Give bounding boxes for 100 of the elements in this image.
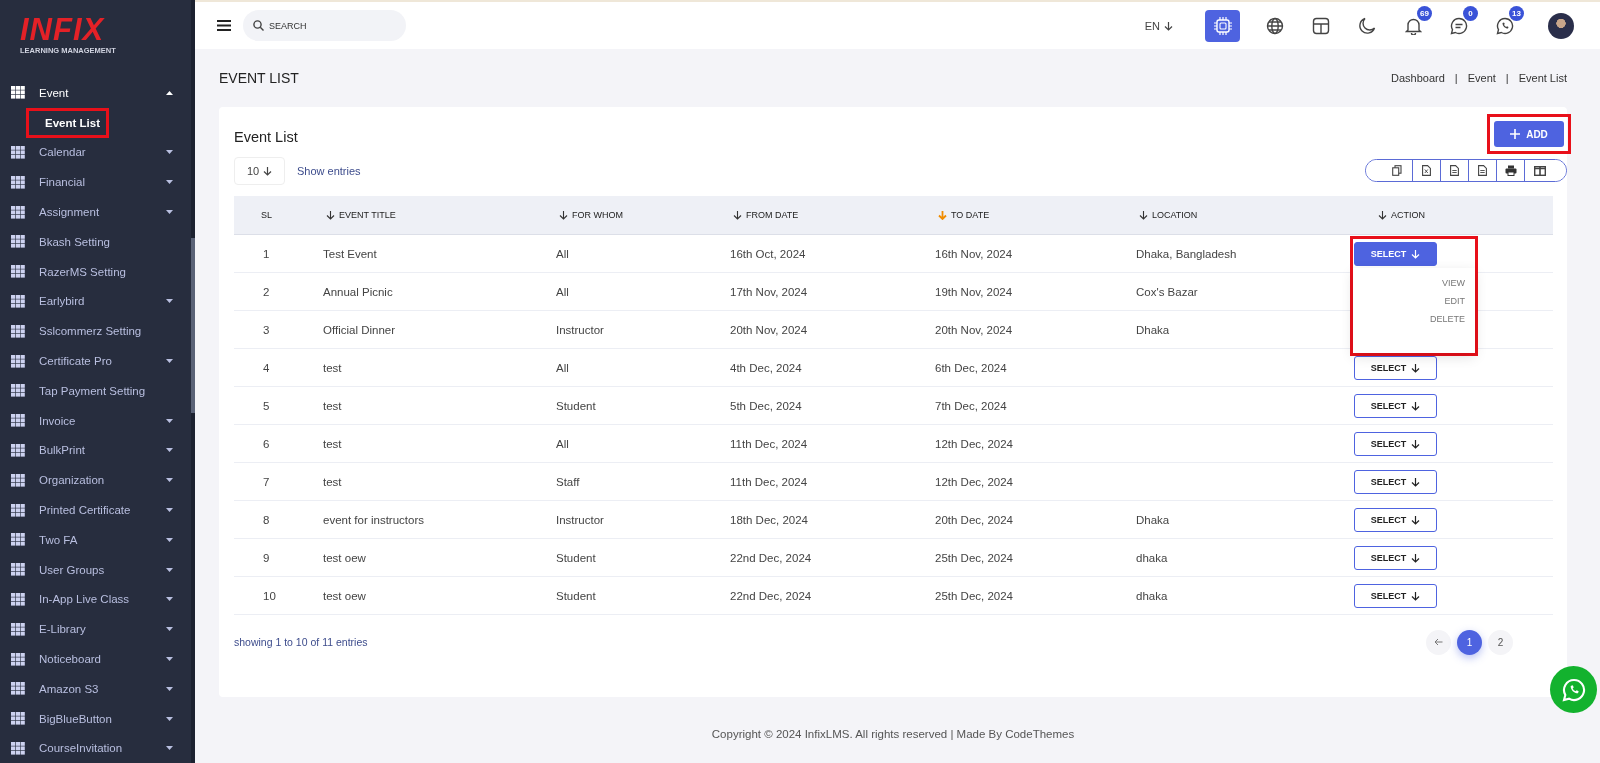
breadcrumb-separator: | [1454,72,1458,84]
user-avatar[interactable] [1548,12,1574,39]
grid-icon [11,384,25,398]
select-button[interactable]: SELECT [1354,355,1437,380]
table-cell-text: 2 [262,285,271,298]
sidebar-item[interactable]: In-App Live Class [0,584,191,615]
sidebar-item[interactable]: Amazon S3 [0,673,191,704]
footer-text: Copyright © 2024 InfixLMS. All rights reserved | Made By CodeThemes [710,727,1076,742]
table-cell-text: 3 [262,323,271,336]
arrow-down-icon [733,210,742,221]
columns-button[interactable] [1524,160,1566,182]
sidebar-item[interactable]: BigBlueButton [0,703,191,734]
sidebar-item[interactable]: Earlybird [0,286,191,317]
sidebar-item[interactable]: CourseInvitation [0,733,191,763]
arrow-down-icon [326,210,335,221]
arrow-left-icon [1434,638,1443,647]
select-button[interactable]: SELECT [1354,469,1437,494]
caret-down-icon [166,299,173,304]
select-button[interactable]: SELECT [1354,241,1437,266]
page-button[interactable]: 2 [1488,629,1513,655]
select-button[interactable]: SELECT [1354,431,1437,456]
table-cell-text: 4 [262,361,271,374]
column-header[interactable]: LOCATION [1127,210,1366,221]
menu-item[interactable]: VIEW [1442,277,1465,288]
sidebar-item[interactable]: Invoice [0,405,191,436]
sidebar-item[interactable]: Printed Certificate [0,495,191,525]
plus-icon [1510,129,1521,139]
breadcrumb-separator: | [1505,72,1509,84]
table-cell-text: 22nd Dec, 2024 [729,589,813,602]
table-cell-text: 4th Dec, 2024 [729,361,803,374]
column-header[interactable]: FOR WHOM [547,210,721,221]
caret-down-icon [166,746,173,751]
sidebar-item[interactable]: Financial [0,167,191,198]
caret-down-icon [166,716,173,721]
chip-button[interactable] [1205,9,1240,42]
caret-down-icon [166,478,173,483]
sidebar-item[interactable]: Calendar [0,137,191,168]
table-cell-text: 12th Dec, 2024 [934,437,1014,450]
table-cell-text: Instructor [555,513,605,526]
sidebar-item[interactable]: Certificate Pro [0,346,191,376]
grid-icon [11,503,25,517]
menu-item[interactable]: DELETE [1430,313,1465,324]
table-cell-text: 11th Dec, 2024 [729,437,809,450]
column-header[interactable]: FROM DATE [721,210,926,221]
grid-icon [11,414,25,428]
column-header[interactable]: TO DATE [926,210,1127,221]
select-button[interactable]: SELECT [1354,507,1437,532]
sidebar-subitem[interactable]: Event List [26,107,109,138]
menu-item[interactable]: EDIT [1444,295,1465,306]
grid-icon [11,563,25,577]
columns-icon [1533,165,1546,176]
breadcrumb-link[interactable]: Event List [1518,72,1567,84]
sidebar-item[interactable]: Noticeboard [0,644,191,674]
search-field[interactable]: SEARCH [243,10,406,41]
breadcrumb-link[interactable]: Dashboard [1391,72,1445,84]
sidebar-item[interactable]: BulkPrint [0,435,191,466]
menu-icon[interactable] [217,20,231,31]
language-selector[interactable]: EN [1138,18,1179,33]
table-cell-text: test oew [322,589,367,602]
arrow-down-icon [1411,438,1421,449]
select-button[interactable]: SELECT [1354,583,1437,608]
sidebar-item[interactable]: Organization [0,465,191,496]
table-cell-text: 19th Nov, 2024 [934,285,1014,298]
chip-icon [1212,15,1233,36]
table-cell-text: 1 [262,247,271,260]
column-header[interactable]: EVENT TITLE [314,210,547,221]
column-header[interactable]: ACTION [1366,210,1553,221]
sidebar-item[interactable]: E-Library [0,614,191,645]
entries-select[interactable]: 10 [234,156,285,185]
arrow-down-icon [1139,210,1148,221]
grid-icon [11,294,25,308]
table-cell-text: 12th Dec, 2024 [934,475,1014,488]
select-button[interactable]: SELECT [1354,545,1437,570]
caret-down-icon [166,359,173,364]
sidebar-item[interactable]: User Groups [0,554,191,585]
table-cell-text: Student [555,399,597,412]
sidebar-item[interactable]: Event [0,78,191,108]
table-cell-text: test [322,399,343,412]
sidebar-item[interactable]: Assignment [0,197,191,227]
select-button[interactable]: SELECT [1354,393,1437,418]
excel-file-icon [1422,165,1431,177]
table-cell-text: 16th Oct, 2024 [729,247,807,260]
grid-icon [11,265,25,279]
table-cell-text: 7th Dec, 2024 [934,399,1008,412]
sidebar-item[interactable]: Bkash Setting [0,227,191,257]
whatsapp-button[interactable] [1550,666,1597,713]
sidebar-item[interactable]: Sslcommerz Setting [0,316,191,347]
arrow-down-icon [1411,590,1421,601]
sidebar-item[interactable]: Two FA [0,524,191,555]
page-button[interactable]: 1 [1457,629,1482,655]
table-cell-text: All [555,285,570,298]
caret-down-icon [166,418,173,423]
scrollbar-thumb[interactable] [191,238,195,413]
add-button[interactable]: ADD [1494,121,1564,147]
sidebar-item[interactable]: Tap Payment Setting [0,375,191,406]
breadcrumb-link[interactable]: Event [1467,72,1496,84]
table-cell-text: 18th Dec, 2024 [729,513,809,526]
sidebar-item[interactable]: RazerMS Setting [0,256,191,287]
grid-icon [11,473,25,487]
arrow-down-icon [1411,514,1421,525]
